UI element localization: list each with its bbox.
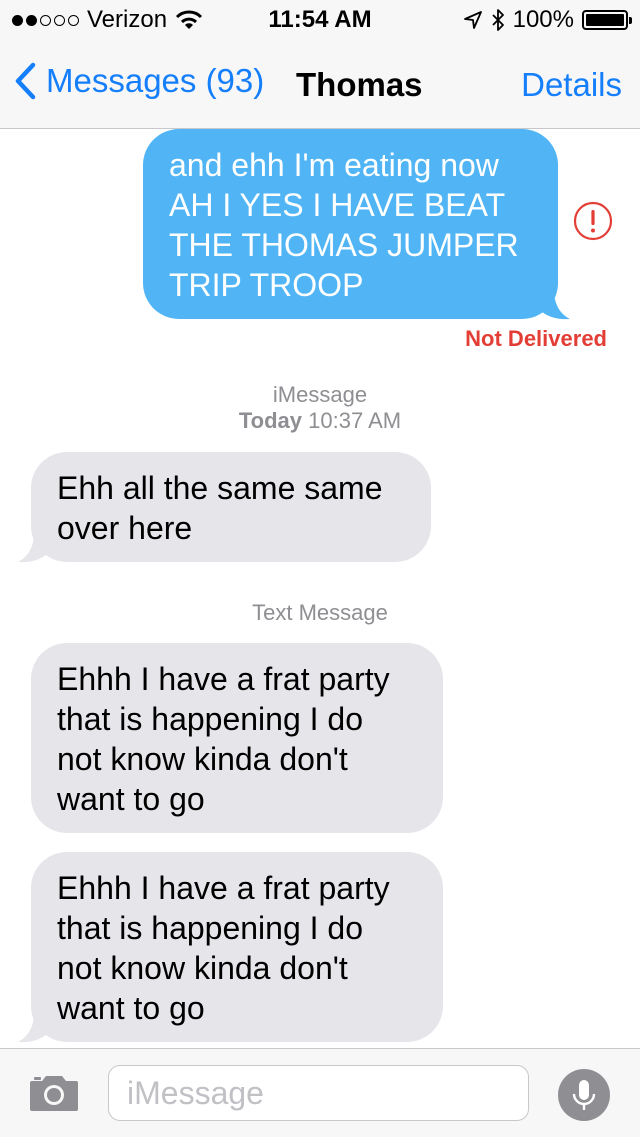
- message-line: that is happening I do: [57, 701, 364, 737]
- message-line: Ehh all the same same: [57, 470, 383, 506]
- message-line: and ehh I'm eating now: [169, 147, 499, 183]
- message-line: want to go: [57, 781, 205, 817]
- message-line: want to go: [57, 990, 205, 1026]
- delivery-status: Not Delivered: [465, 326, 607, 351]
- timestamp-time: 10:37 AM: [308, 408, 402, 433]
- back-button[interactable]: Messages (93): [14, 62, 264, 100]
- message-line: Ehhh I have a frat party: [57, 870, 390, 906]
- incoming-bubble-tail: [18, 1013, 48, 1043]
- message-line: over here: [57, 510, 193, 546]
- timestamp-label: Today 10:37 AM: [0, 408, 640, 434]
- conversation-title: Thomas: [296, 66, 423, 103]
- status-bar: Verizon 11:54 AM 100%: [0, 0, 640, 40]
- back-button-label: Messages (93): [46, 62, 265, 99]
- navigation-bar: Messages (93) Thomas Details: [0, 40, 640, 129]
- bluetooth-icon: [491, 9, 504, 31]
- message-line: not know kinda don't: [57, 741, 348, 777]
- service-label: iMessage: [272, 382, 368, 407]
- battery-percent: 100%: [512, 6, 574, 33]
- incoming-message-bubble[interactable]: Ehhh I have a frat party that is happeni…: [31, 852, 443, 1042]
- message-line: THE THOMAS JUMPER: [169, 227, 519, 263]
- camera-icon[interactable]: [28, 1073, 80, 1113]
- service-label: Text Message: [252, 600, 388, 625]
- microphone-button[interactable]: [558, 1069, 610, 1121]
- outgoing-message-bubble[interactable]: and ehh I'm eating now AH I YES I HAVE B…: [143, 129, 558, 319]
- timestamp-day: Today: [238, 408, 303, 433]
- message-line: Ehhh I have a frat party: [57, 661, 390, 697]
- location-arrow-icon: [463, 11, 482, 29]
- message-line: AH I YES I HAVE BEAT: [169, 187, 506, 223]
- details-button[interactable]: Details: [521, 66, 622, 104]
- message-input[interactable]: [108, 1065, 529, 1121]
- status-bar-right: 100%: [463, 6, 632, 34]
- chevron-left-icon: [15, 62, 36, 100]
- message-line: not know kinda don't: [57, 950, 348, 986]
- incoming-bubble-tail: [18, 533, 48, 563]
- message-input-bar: [0, 1048, 640, 1137]
- incoming-message-bubble[interactable]: Ehh all the same same over here: [31, 452, 431, 562]
- outgoing-bubble-tail: [540, 290, 570, 320]
- microphone-icon: [572, 1080, 596, 1110]
- message-line: TRIP TROOP: [169, 267, 364, 303]
- battery-icon: [582, 10, 632, 30]
- incoming-message-bubble[interactable]: Ehhh I have a frat party that is happeni…: [31, 643, 443, 833]
- exclamation-circle-icon[interactable]: [573, 201, 613, 241]
- message-line: that is happening I do: [57, 910, 364, 946]
